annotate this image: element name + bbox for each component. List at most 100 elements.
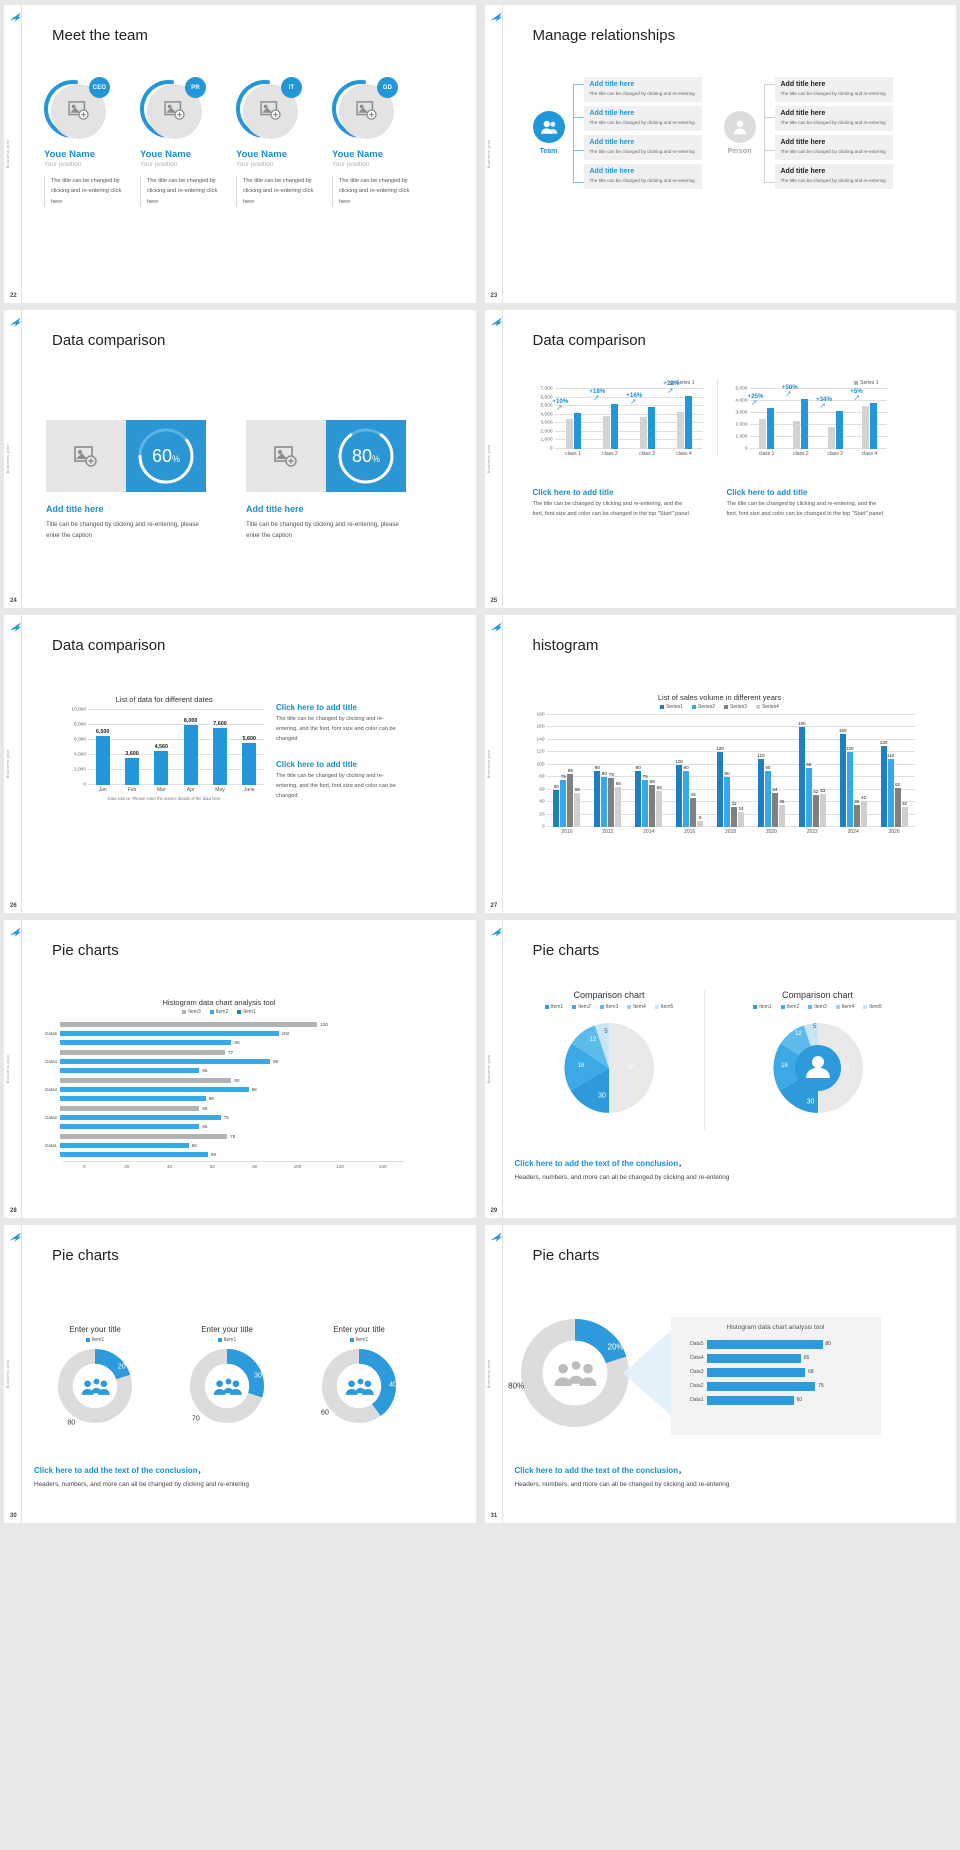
bar[interactable]: [565, 419, 573, 449]
bar[interactable]: [861, 405, 869, 449]
hbar-category-block[interactable]: 65 Data2 75 65: [34, 1105, 404, 1130]
hbar[interactable]: [60, 1134, 228, 1139]
team-member[interactable]: GD Youe Name Your position The title can…: [320, 68, 414, 208]
bar[interactable]: [639, 417, 647, 449]
hbar-row[interactable]: 78: [34, 1133, 404, 1140]
bar[interactable]: 160: [798, 721, 806, 827]
bar[interactable]: 60: [553, 784, 560, 827]
bar-cell[interactable]: 6,500: [88, 710, 117, 785]
chart-s29-donut[interactable]: Comparison chart Item1 Item2 Item3 Item4 Ite…: [723, 990, 913, 1118]
hbar[interactable]: [706, 1339, 823, 1349]
chart-s26[interactable]: List of data for different dates 0 2,000 4…: [64, 695, 264, 801]
relationship-card[interactable]: Add title here The title can be changed …: [583, 105, 702, 131]
bar[interactable]: 8,000: [183, 718, 198, 785]
hbar-row[interactable]: 80: [34, 1039, 404, 1046]
bar[interactable]: 90: [683, 765, 690, 827]
hbar[interactable]: [60, 1078, 232, 1083]
node-team[interactable]: Team: [525, 111, 573, 155]
bar[interactable]: 54: [771, 787, 778, 827]
bar[interactable]: [835, 411, 843, 449]
relationship-card[interactable]: Add title here The title can be changed …: [774, 164, 893, 190]
chart-s25-right[interactable]: Series 1 0 1,000 2,000 3,000 4,000 5,000 +25% ➚…: [716, 378, 887, 457]
bar-group[interactable]: 60 75 85 55: [547, 715, 588, 827]
bar[interactable]: 55: [574, 787, 581, 827]
bar[interactable]: 75: [642, 774, 649, 827]
hbar-row[interactable]: 77: [34, 1049, 404, 1056]
hbar[interactable]: [706, 1367, 806, 1377]
hbar-row[interactable]: Data5 102: [34, 1030, 404, 1037]
relationship-card[interactable]: Add title here The title can be changed …: [774, 135, 893, 161]
add-image-icon[interactable]: [68, 101, 90, 120]
team-member[interactable]: IT Youe Name Your position The title can…: [224, 68, 318, 208]
bar[interactable]: 42: [860, 795, 867, 827]
hbar-row[interactable]: 65: [34, 1123, 404, 1130]
bar-group[interactable]: 100 90 46 9: [669, 715, 710, 827]
hbar-row[interactable]: Data5 80: [679, 1338, 873, 1350]
bar-cell[interactable]: 4,560: [147, 710, 176, 785]
bar-group[interactable]: 130 110 62 32: [874, 715, 915, 827]
chart-s29-pie[interactable]: Comparison chart Item1 Item2 Item3 Item4 Ite…: [515, 990, 705, 1130]
hbar[interactable]: [60, 1059, 270, 1064]
team-member[interactable]: CEO Youe Name Your position The title ca…: [32, 68, 126, 208]
add-image-icon[interactable]: [164, 101, 186, 120]
bar[interactable]: [869, 403, 877, 449]
bar[interactable]: 46: [690, 792, 697, 827]
hbar-row[interactable]: 69: [34, 1151, 404, 1158]
bar-group[interactable]: +50% ➚: [782, 384, 818, 449]
hbar[interactable]: [60, 1106, 200, 1111]
bar[interactable]: 120: [716, 746, 724, 827]
bar[interactable]: 4,560: [154, 744, 169, 785]
conclusion-line[interactable]: Click here to add the text of the conclu…: [34, 1465, 206, 1476]
hbar[interactable]: [60, 1143, 189, 1148]
hbar[interactable]: [60, 1152, 208, 1157]
hbar-category-block[interactable]: 120 Data5 102 80: [34, 1021, 404, 1046]
bar[interactable]: 110: [757, 753, 765, 827]
bar-group[interactable]: 160 95 52 53: [792, 715, 833, 827]
hbar-category-block[interactable]: 77 Data4 98 65: [34, 1049, 404, 1074]
bar[interactable]: [684, 395, 692, 449]
hbar[interactable]: [60, 1022, 318, 1027]
hbar-row[interactable]: Data2 75: [679, 1380, 873, 1392]
bar[interactable]: 75: [560, 774, 567, 827]
bar[interactable]: 130: [880, 740, 887, 827]
hbar-row[interactable]: Data2 75: [34, 1114, 404, 1121]
node-person[interactable]: Person: [716, 111, 764, 155]
donut-graphic[interactable]: 20% 80%: [508, 1319, 629, 1427]
bar[interactable]: 32: [901, 801, 908, 827]
bar[interactable]: 78: [608, 772, 615, 827]
bar[interactable]: 80: [601, 771, 608, 827]
bar[interactable]: 53: [819, 788, 826, 827]
chart-s25-left[interactable]: Series 1 0 1,000 2,000 3,000 4,000 5,000 6,000…: [533, 378, 703, 457]
bar[interactable]: [610, 403, 618, 449]
bar[interactable]: 24: [738, 806, 744, 827]
bar-group[interactable]: +34% ➚: [816, 389, 852, 449]
bar[interactable]: 150: [839, 728, 847, 827]
hbar[interactable]: [706, 1353, 801, 1363]
conclusion-link[interactable]: Click here to add the text of the conclu…: [34, 1466, 198, 1475]
hbar-row[interactable]: Data3 88: [34, 1086, 404, 1093]
bar[interactable]: 110: [887, 753, 894, 827]
bar[interactable]: [827, 427, 835, 449]
conclusion-link[interactable]: Click here to add the text of the conclu…: [515, 1466, 679, 1475]
bar[interactable]: 52: [812, 789, 819, 827]
hbar-row[interactable]: 120: [34, 1021, 404, 1028]
hbar-row[interactable]: Data1 60: [679, 1394, 873, 1406]
bar[interactable]: 9: [697, 815, 704, 827]
bar-group[interactable]: +18% ➚: [589, 388, 629, 449]
bar-cell[interactable]: 5,600: [235, 710, 264, 785]
bar[interactable]: 90: [594, 765, 601, 827]
bar[interactable]: 5,600: [242, 736, 257, 785]
bar[interactable]: 68: [649, 779, 656, 827]
hbar-row[interactable]: 68: [34, 1095, 404, 1102]
bar-group[interactable]: +16% ➚: [626, 389, 666, 449]
hbar-row[interactable]: 80: [34, 1077, 404, 1084]
bar-group[interactable]: +5% ➚: [850, 388, 886, 449]
bar-group[interactable]: +25% ➚: [747, 389, 784, 449]
hbar[interactable]: [60, 1115, 221, 1120]
donut-card[interactable]: Enter your title Item1 40 60: [304, 1325, 414, 1423]
add-image-icon[interactable]: [356, 101, 378, 120]
bar-group[interactable]: +22% ➚: [663, 380, 703, 449]
donut-card[interactable]: Enter your title Item1 20 80: [40, 1325, 150, 1427]
chart-s31-hbar[interactable]: Histogram data chart analysis tool Data5…: [670, 1317, 881, 1435]
bar-cell[interactable]: 8,000: [176, 710, 205, 785]
